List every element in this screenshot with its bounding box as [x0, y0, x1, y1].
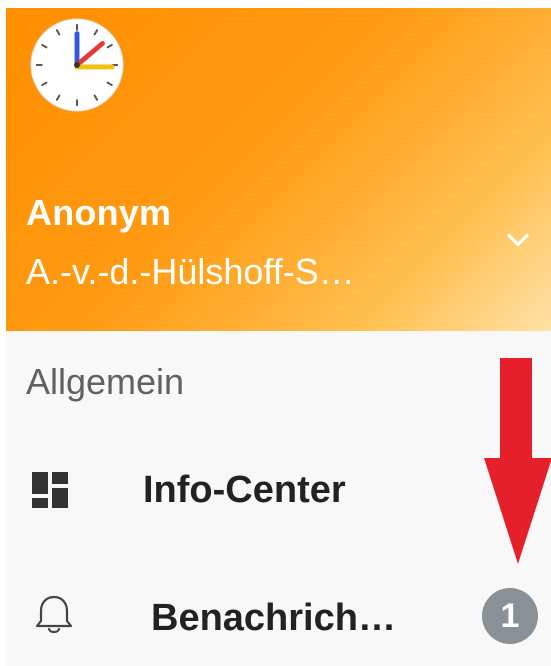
account-header: Anonym A.-v.-d.-Hülshoff-S… — [6, 8, 551, 331]
account-name: Anonym — [26, 192, 172, 233]
chevron-down-icon[interactable] — [500, 222, 536, 258]
account-email: A.-v.-d.-Hülshoff-S… — [26, 251, 355, 292]
notification-count-badge: 1 — [482, 588, 538, 644]
red-down-arrow-icon — [484, 358, 551, 564]
navigation-drawer: Anonym A.-v.-d.-Hülshoff-S… Allgemein In… — [6, 8, 551, 666]
nav-item-info-center[interactable]: Info-Center — [6, 438, 551, 538]
nav-item-label: Info-Center — [143, 469, 346, 511]
bell-icon — [35, 595, 73, 634]
clock-icon — [30, 18, 124, 112]
section-title-allgemein: Allgemein — [26, 361, 185, 402]
dashboard-icon — [32, 472, 68, 508]
nav-item-label: Benachrich… — [151, 597, 396, 639]
nav-item-benachrichtigungen[interactable]: Benachrich… — [6, 564, 551, 664]
